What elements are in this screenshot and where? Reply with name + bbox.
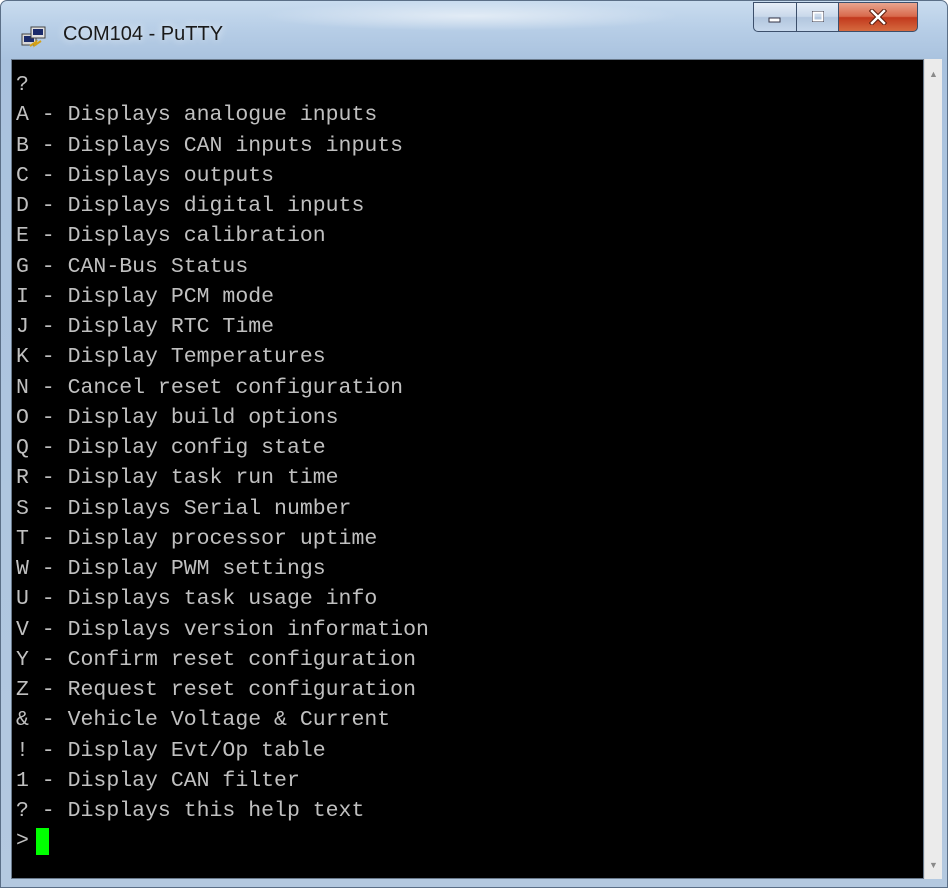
prompt-line: > [16, 826, 923, 856]
maximize-icon [811, 11, 824, 22]
terminal-line: J - Display RTC Time [16, 315, 275, 339]
scroll-down-arrow-icon[interactable]: ▼ [925, 856, 942, 873]
terminal-line: Y - Confirm reset configuration [16, 647, 416, 672]
terminal-line: Q - Display config state [16, 436, 326, 460]
title-bar[interactable]: COM104 - PuTTY [1, 1, 947, 59]
terminal-line: D - Displays digital inputs [16, 194, 365, 218]
text-cursor [35, 827, 49, 855]
terminal-line: Z - Request reset configuration [16, 678, 416, 702]
close-button[interactable] [838, 2, 918, 32]
putty-window: COM104 - PuTTY ? A - Displays analogue i… [0, 0, 948, 888]
minimize-icon [768, 17, 781, 23]
terminal-output: ? A - Displays analogue inputs B - Display… [16, 70, 923, 826]
close-icon [869, 9, 887, 25]
minimize-button[interactable] [753, 2, 796, 32]
vertical-scrollbar[interactable]: ▲ ▼ [924, 59, 942, 879]
terminal-line: ? [16, 73, 29, 97]
putty-app-icon[interactable] [21, 25, 47, 49]
terminal-line: R - Display task run time [16, 466, 339, 491]
terminal-line: B - Displays CAN inputs inputs [16, 133, 404, 158]
terminal-line: I - Display PCM mode [16, 284, 275, 309]
scroll-up-arrow-icon[interactable]: ▲ [925, 65, 942, 82]
terminal-line: ! - Display Evt/Op table [16, 738, 326, 763]
terminal-line: U - Displays task usage info [16, 587, 378, 612]
terminal-line: O - Display build options [16, 405, 339, 430]
terminal-line: V - Displays version information [16, 617, 429, 642]
window-controls [753, 2, 918, 34]
terminal-line: E - Displays calibration [16, 224, 326, 249]
terminal-line: W - Display PWM settings [16, 557, 326, 581]
terminal-line: 1 - Display CAN filter [16, 768, 300, 793]
terminal-line: K - Display Temperatures [16, 345, 326, 370]
terminal-line: S - Displays Serial number [16, 496, 352, 521]
terminal-line: ? - Displays this help text [16, 799, 365, 823]
prompt-symbol: > [16, 829, 29, 854]
terminal-line: C - Displays outputs [16, 163, 275, 188]
terminal-line: N - Cancel reset configuration [16, 375, 404, 400]
terminal-area[interactable]: ? A - Displays analogue inputs B - Display… [11, 59, 924, 879]
maximize-button[interactable] [796, 2, 838, 32]
window-title: COM104 - PuTTY [63, 23, 224, 45]
terminal-line: & - Vehicle Voltage & Current [16, 708, 391, 733]
title-glow [261, 1, 681, 31]
terminal-line: G - CAN-Bus Status [16, 254, 249, 279]
terminal-line: A - Displays analogue inputs [16, 103, 378, 128]
terminal-line: T - Display processor uptime [16, 526, 378, 551]
